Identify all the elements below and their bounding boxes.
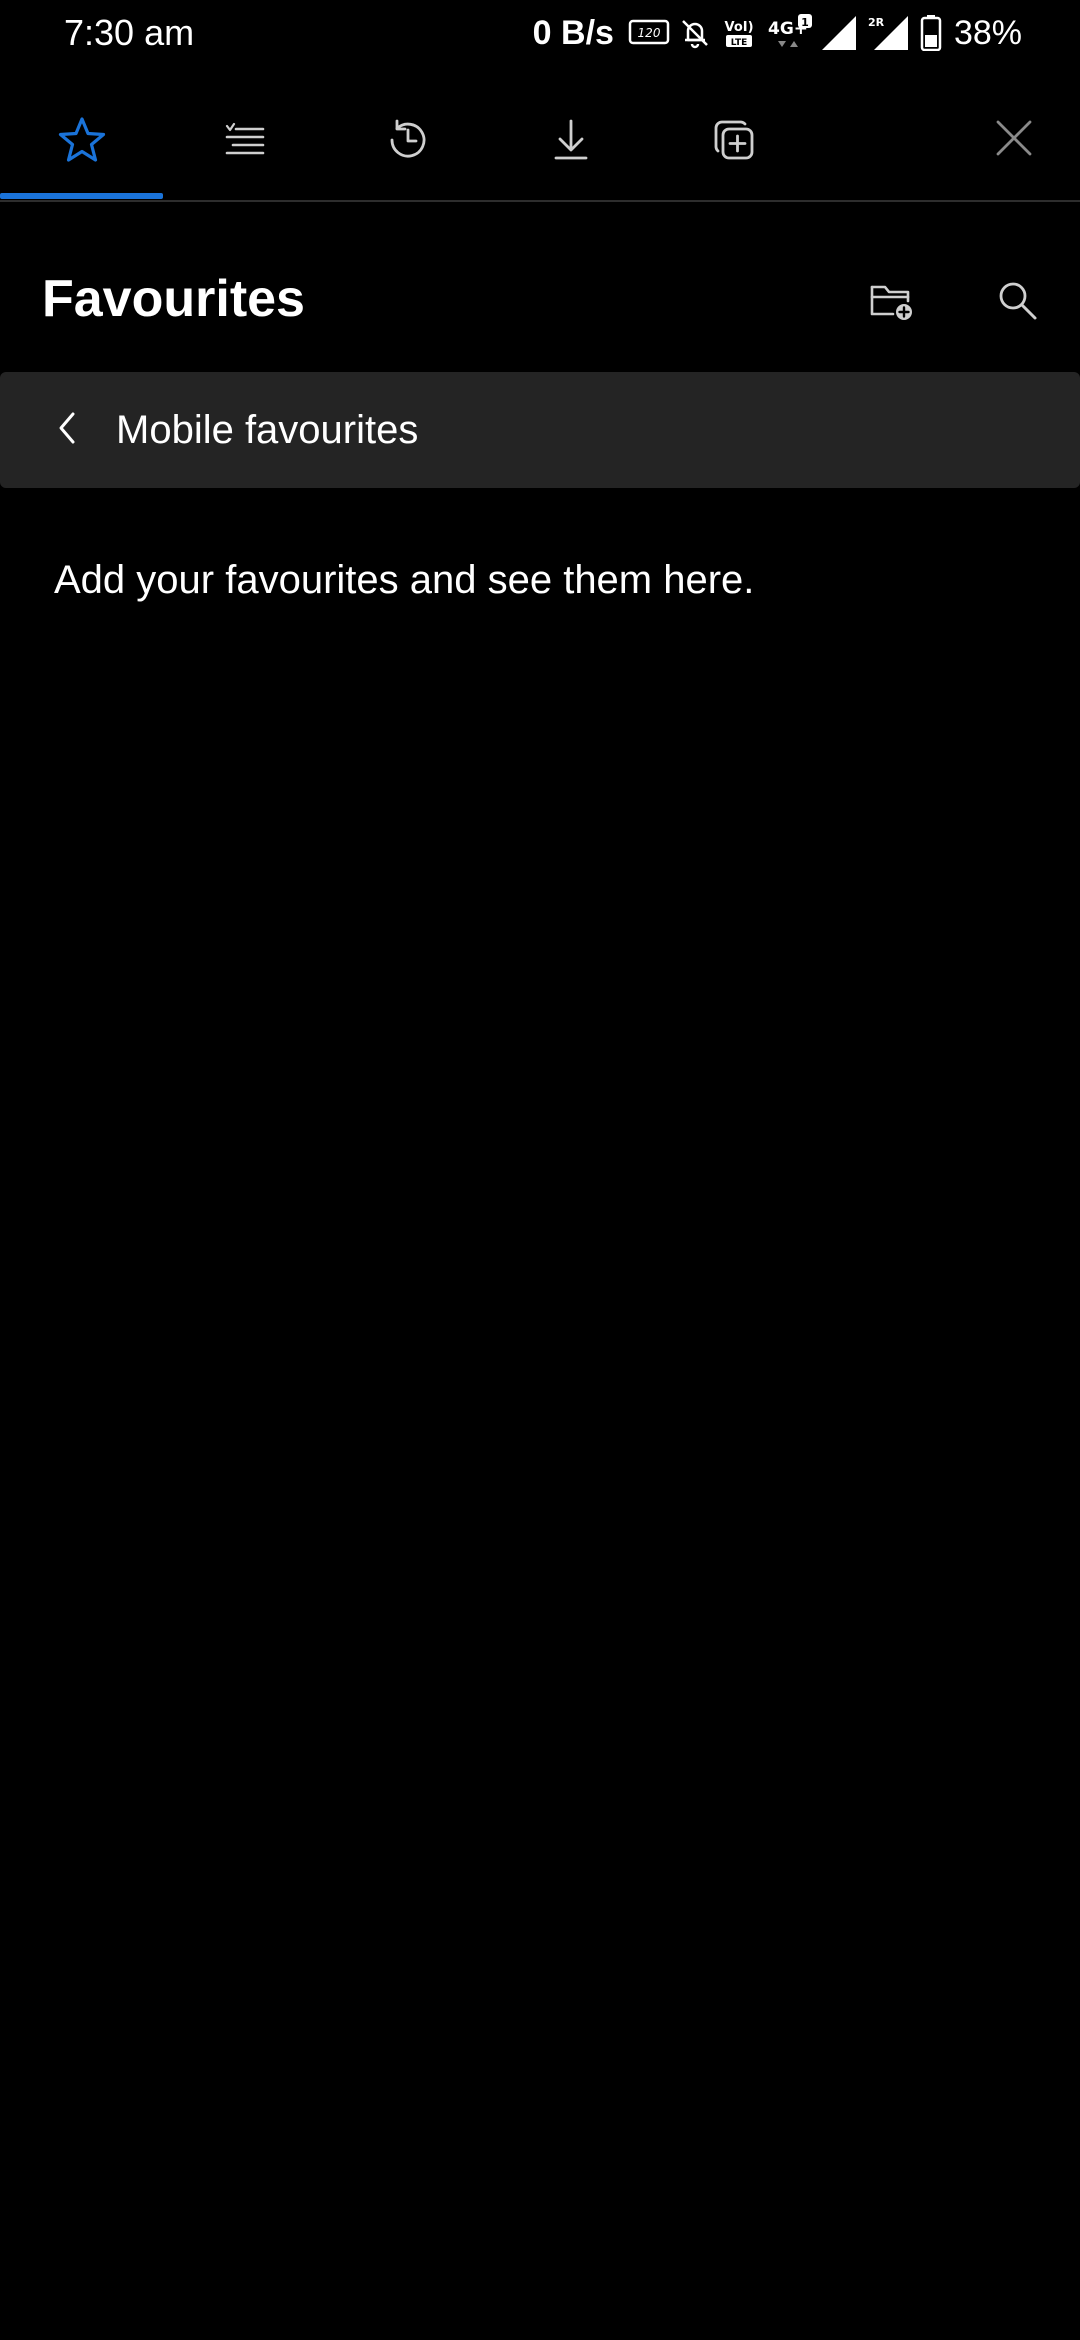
svg-text:120: 120 [637,26,660,40]
chevron-left-icon [48,408,88,453]
star-icon [56,114,108,166]
collections-icon [708,114,760,166]
search-icon [992,276,1042,331]
network-type-4g-icon: 4G+ 1 [766,14,812,52]
page-title: Favourites [42,270,305,328]
tab-favourites[interactable] [0,80,163,200]
refresh-rate-icon: 120 [628,18,670,48]
tab-history[interactable] [326,80,489,200]
signal-icon [820,14,860,52]
tab-downloads[interactable] [489,80,652,200]
battery-icon [920,15,942,51]
signal-icon: 2R [868,14,912,52]
search-button[interactable] [972,258,1062,348]
history-icon [383,115,433,165]
tab-collections[interactable] [652,80,815,200]
add-folder-button[interactable] [846,258,936,348]
svg-text:LTE: LTE [731,38,748,48]
reading-list-icon [220,115,270,165]
svg-text:1: 1 [801,16,809,29]
svg-text:2R: 2R [868,16,885,29]
hub-tab-bar [0,80,1080,202]
download-icon [546,115,596,165]
close-icon [992,116,1036,165]
folder-name: Mobile favourites [116,408,419,452]
active-tab-indicator [0,193,163,199]
folder-breadcrumb: Mobile favourites [0,372,1080,488]
empty-state-message: Add your favourites and see them here. [54,558,755,602]
status-bar: 7:30 am 0 B/s 120 VoI) LTE 4G+ 1 2R 38% [0,0,1080,66]
muted-bell-icon [678,16,712,50]
status-time: 7:30 am [64,12,195,53]
network-speed: 0 B/s [532,13,614,52]
battery-percent: 38% [953,13,1022,52]
volte-icon: VoI) LTE [720,16,758,50]
add-folder-icon [866,276,916,331]
status-icons: 0 B/s 120 VoI) LTE 4G+ 1 2R 38% [533,8,1022,58]
svg-text:VoI): VoI) [724,20,753,35]
close-button[interactable] [972,98,1056,182]
back-button[interactable] [24,386,112,474]
tab-reading-list[interactable] [163,80,326,200]
toolbar-divider [0,200,1080,202]
